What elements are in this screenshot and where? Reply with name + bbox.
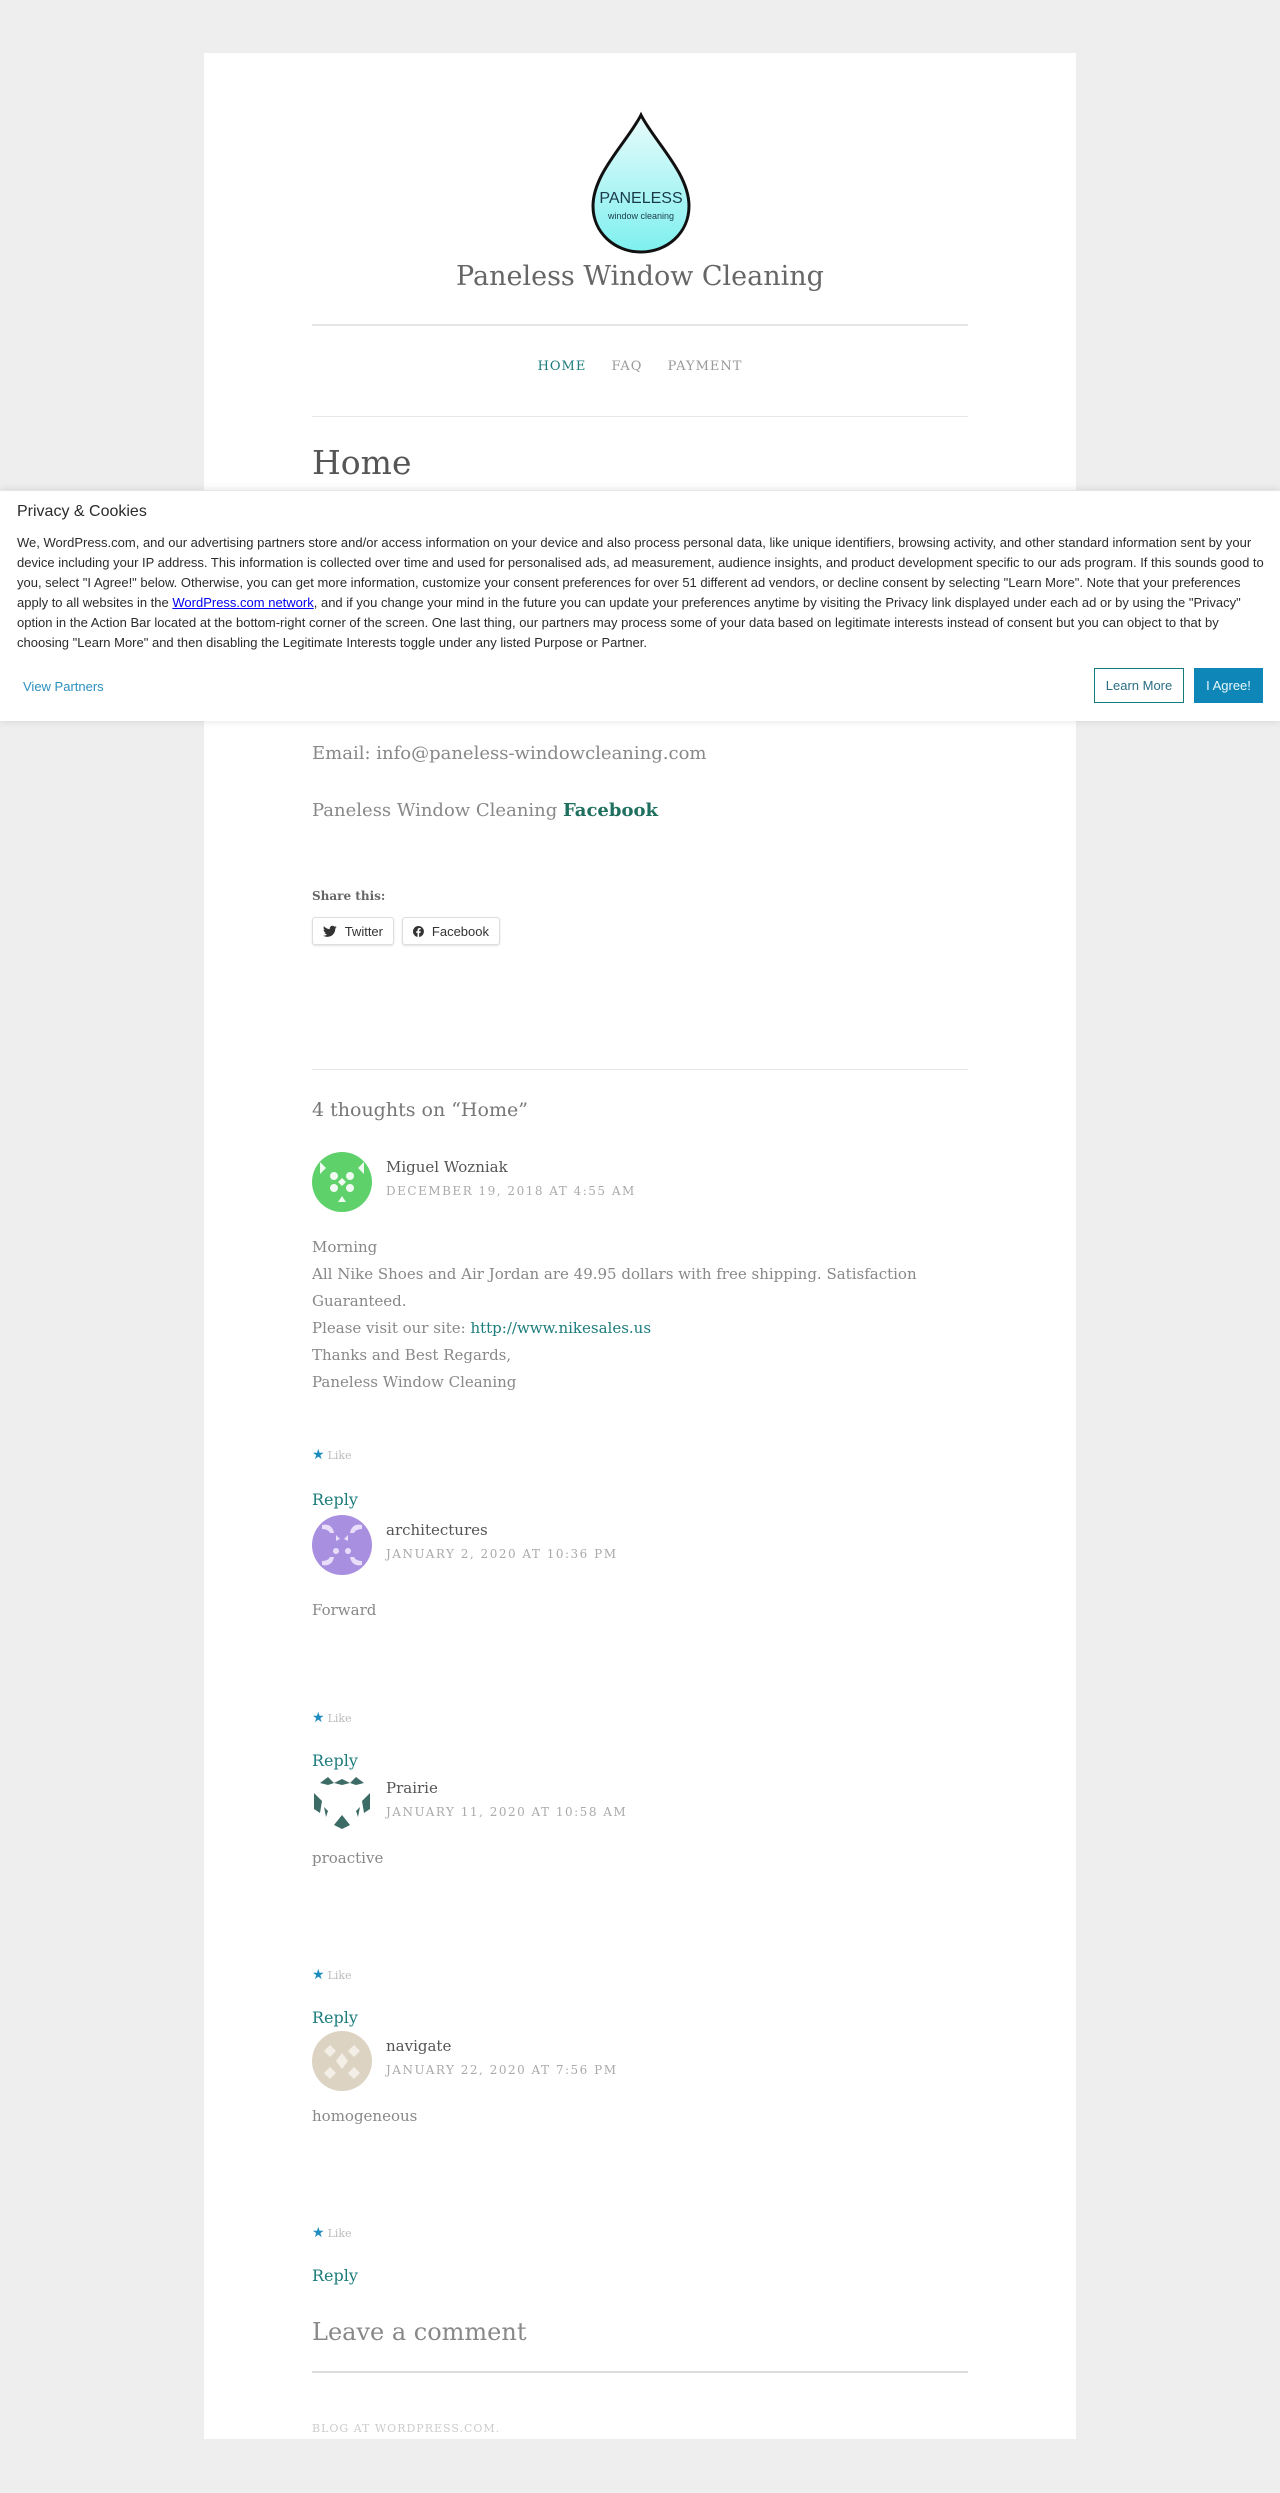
nav-item-faq[interactable]: FAQ <box>612 359 643 374</box>
cookie-title: Privacy & Cookies <box>17 503 147 520</box>
comment-line: Forward <box>312 1601 377 1619</box>
site-title[interactable]: Paneless Window Cleaning <box>204 261 1076 292</box>
comment-date[interactable]: JANUARY 2, 2020 AT 10:36 PM <box>386 1547 618 1561</box>
reply-link[interactable]: Reply <box>312 2008 358 2027</box>
avatar[interactable] <box>312 2031 372 2091</box>
share-label: Share this: <box>312 889 386 903</box>
comment-item: navigate JANUARY 22, 2020 AT 7:56 PM hom… <box>312 2031 968 2285</box>
comment-author[interactable]: navigate <box>386 2037 451 2055</box>
facebook-page-link[interactable]: Facebook <box>563 800 658 821</box>
facebook-icon <box>413 925 424 937</box>
identicon-avatar <box>314 1777 370 1829</box>
header-divider <box>312 324 968 326</box>
comment-line: homogeneous <box>312 2107 418 2125</box>
footer-credit-link[interactable]: BLOG AT WORDPRESS.COM. <box>312 2422 500 2435</box>
reply-link[interactable]: Reply <box>312 2266 358 2285</box>
identicon-avatar <box>322 1524 362 1566</box>
comment-line: Please visit our site: http://www.nikesa… <box>312 1315 968 1342</box>
comment-body: Morning All Nike Shoes and Air Jordan ar… <box>312 1234 968 1396</box>
comment-line-text: Please visit our site: <box>312 1319 471 1337</box>
comment-item: architectures JANUARY 2, 2020 AT 10:36 P… <box>312 1515 968 1770</box>
nav-item-payment[interactable]: PAYMENT <box>668 359 743 374</box>
logo-text-main: PANELESS <box>599 190 682 207</box>
share-twitter-label: Twitter <box>344 923 383 939</box>
identicon-avatar <box>320 1162 364 1202</box>
avatar[interactable] <box>312 1515 372 1575</box>
facebook-line: Paneless Window Cleaning Facebook <box>312 800 658 821</box>
comment-line: Paneless Window Cleaning <box>312 1373 517 1391</box>
comment-author[interactable]: architectures <box>386 1521 488 1539</box>
like-label: Like <box>327 2226 352 2240</box>
like-button[interactable]: ★ Like <box>312 2225 352 2241</box>
avatar[interactable] <box>312 1773 372 1833</box>
comment-line: proactive <box>312 1849 384 1867</box>
comment-line: All Nike Shoes and Air Jordan are 49.95 … <box>312 1265 917 1310</box>
cookie-banner: Privacy & Cookies We, WordPress.com, and… <box>0 490 1280 721</box>
comment-item: Prairie JANUARY 11, 2020 AT 10:58 AM pro… <box>312 1773 968 2027</box>
like-label: Like <box>327 1448 352 1462</box>
reply-link[interactable]: Reply <box>312 1490 358 1509</box>
share-twitter-button[interactable]: Twitter <box>312 917 394 945</box>
comment-link[interactable]: http://www.nikesales.us <box>470 1319 651 1337</box>
main-navigation: HOME FAQ PAYMENT <box>204 359 1076 374</box>
comments-title: 4 thoughts on “Home” <box>312 1099 528 1121</box>
wordpress-network-link[interactable]: WordPress.com network <box>172 595 313 610</box>
nav-item-home[interactable]: HOME <box>538 359 587 374</box>
page-container: PANELESS window cleaning Paneless Window… <box>204 53 1076 2439</box>
star-icon: ★ <box>312 2225 325 2241</box>
facebook-line-prefix: Paneless Window Cleaning <box>312 800 564 821</box>
page-title: Home <box>312 443 412 482</box>
comment-date[interactable]: JANUARY 11, 2020 AT 10:58 AM <box>386 1805 627 1819</box>
star-icon: ★ <box>312 1710 325 1726</box>
cookie-text: We, WordPress.com, and our advertising p… <box>17 533 1267 653</box>
like-button[interactable]: ★ Like <box>312 1447 352 1463</box>
email-line: Email: info@paneless-windowcleaning.com <box>312 743 707 764</box>
leave-comment-divider <box>312 2371 968 2373</box>
site-logo[interactable]: PANELESS window cleaning <box>588 111 694 255</box>
comment-body: homogeneous <box>312 2103 417 2130</box>
share-facebook-button[interactable]: Facebook <box>402 917 500 945</box>
agree-button[interactable]: I Agree! <box>1194 668 1263 703</box>
like-label: Like <box>327 1711 352 1725</box>
comment-line: Morning <box>312 1238 378 1256</box>
comment-author[interactable]: Miguel Wozniak <box>386 1158 508 1176</box>
avatar[interactable] <box>312 1152 372 1212</box>
leave-comment-heading: Leave a comment <box>312 2318 527 2346</box>
comment-date[interactable]: DECEMBER 19, 2018 AT 4:55 AM <box>386 1184 636 1198</box>
logo-text-sub: window cleaning <box>607 211 674 221</box>
star-icon: ★ <box>312 1967 325 1983</box>
like-button[interactable]: ★ Like <box>312 1967 352 1983</box>
comment-body: proactive <box>312 1845 383 1872</box>
like-label: Like <box>327 1968 352 1982</box>
twitter-icon <box>323 925 337 937</box>
reply-link[interactable]: Reply <box>312 1751 358 1770</box>
like-button[interactable]: ★ Like <box>312 1710 352 1726</box>
share-facebook-label: Facebook <box>431 923 489 939</box>
comment-item: Miguel Wozniak DECEMBER 19, 2018 AT 4:55… <box>312 1152 968 1512</box>
comment-body: Forward <box>312 1597 376 1624</box>
comment-line: Thanks and Best Regards, <box>312 1346 512 1364</box>
view-partners-link[interactable]: View Partners <box>23 679 104 694</box>
comment-author[interactable]: Prairie <box>386 1779 438 1797</box>
comment-date[interactable]: JANUARY 22, 2020 AT 7:56 PM <box>386 2063 618 2077</box>
nav-divider <box>312 416 968 417</box>
comments-divider <box>312 1069 968 1070</box>
learn-more-button[interactable]: Learn More <box>1094 668 1184 703</box>
star-icon: ★ <box>312 1447 325 1463</box>
identicon-avatar <box>324 2045 360 2079</box>
